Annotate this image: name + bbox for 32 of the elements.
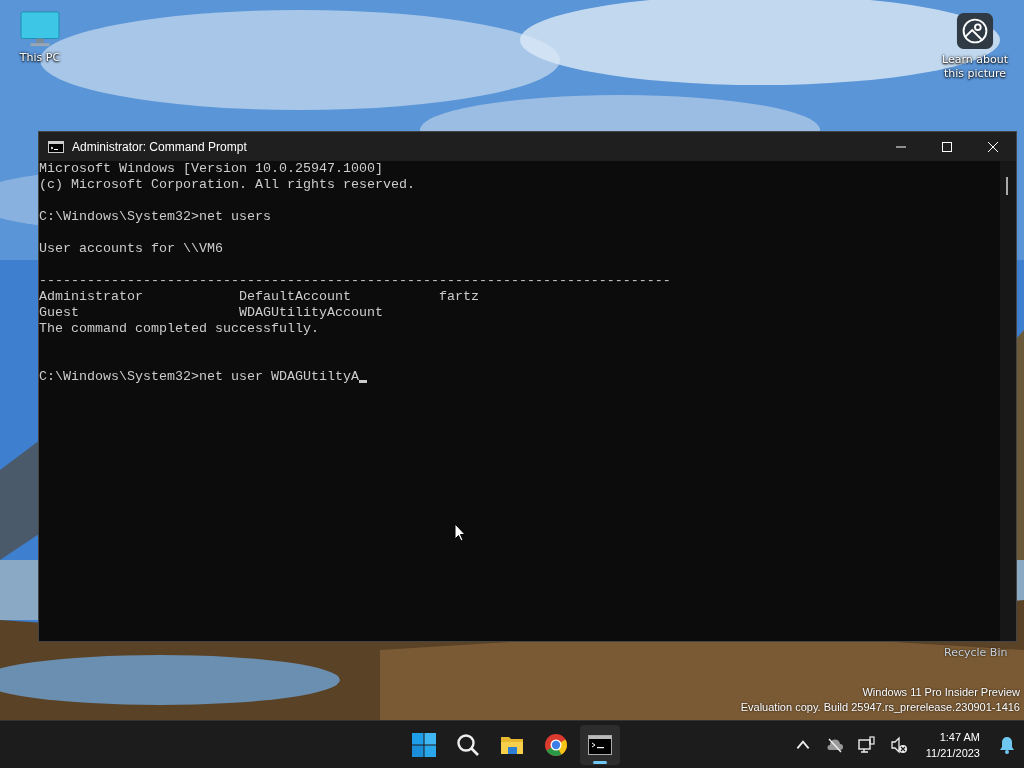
windows-logo-icon	[412, 732, 436, 757]
console-line: Guest WDAGUtilityAccount	[39, 305, 383, 321]
window-title: Administrator: Command Prompt	[72, 139, 248, 154]
desktop-icon-label[interactable]: This PC	[19, 51, 61, 65]
console-line: Microsoft Windows [Version 10.0.25947.1000]	[39, 161, 383, 177]
network-icon[interactable]	[857, 735, 876, 754]
close-icon	[988, 141, 998, 152]
browser-icon	[544, 732, 568, 757]
bell-icon[interactable]	[998, 735, 1016, 754]
terminal-taskbar-button[interactable]	[580, 724, 620, 765]
maximize-icon	[942, 141, 952, 152]
desktop-icon-label[interactable]: Learn about this picture	[935, 53, 1015, 81]
clock-time: 1:47 AM	[939, 729, 980, 745]
terminal-icon	[588, 732, 612, 757]
text-cursor	[358, 380, 367, 383]
mouse-pointer-icon	[454, 523, 466, 542]
search-icon	[456, 732, 480, 757]
console-line: Administrator DefaultAccount fartz	[39, 289, 479, 305]
watermark-text: Windows 11 Pro Insider Preview	[862, 685, 1020, 700]
scrollbar[interactable]	[1000, 161, 1016, 641]
console-line: C:\Windows\System32>net users	[39, 209, 271, 225]
console-line: User accounts for \\VM6	[39, 241, 223, 257]
console-app-icon	[48, 140, 64, 153]
clock[interactable]: 1:47 AM 11/21/2023	[921, 728, 984, 761]
console-line: -------------------------------------------------------------------------------	[39, 273, 671, 289]
console-line: (c) Microsoft Corporation. All rights reserved.	[39, 177, 415, 193]
speaker-muted-icon[interactable]	[889, 735, 908, 754]
watermark-text: Evaluation copy. Build 25947.rs_prerelease.230901-1416	[740, 700, 1020, 715]
command-input[interactable]: C:\Windows\System32>net user WDAGUtiltyA	[39, 369, 359, 385]
clock-date: 11/21/2023	[925, 745, 980, 761]
desktop-icon-label[interactable]: Recycle Bin	[944, 646, 1008, 659]
console-line: The command completed successfully.	[39, 321, 319, 337]
